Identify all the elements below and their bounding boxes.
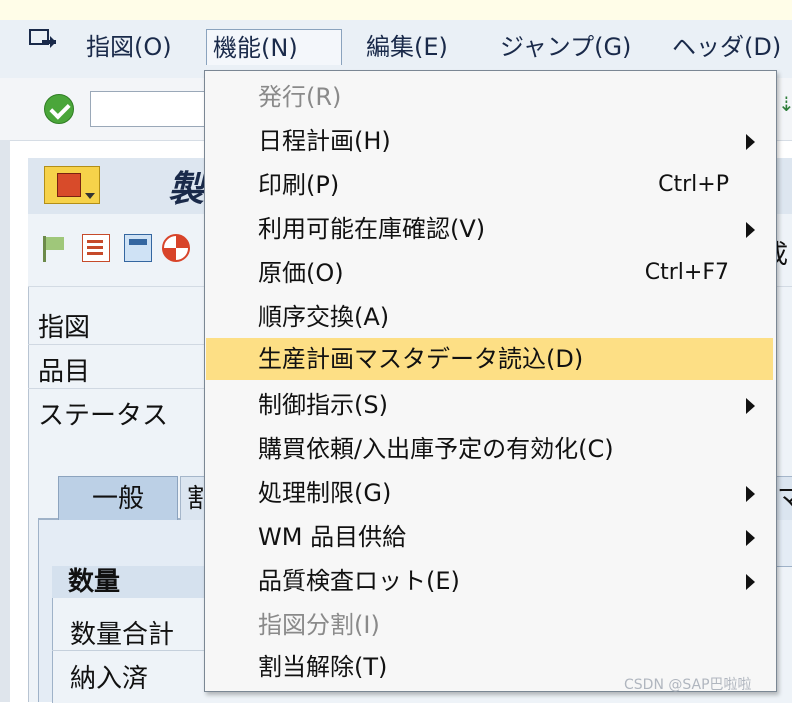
document-icon[interactable] [82,234,110,262]
submenu-arrow-icon [746,574,755,590]
menu-item-label: 購買依頼/入出庫予定の有効化(C) [258,435,614,463]
menu-header[interactable]: ヘッダ(D) [666,29,787,65]
menu-item-label: 生産計画マスタデータ読込(D) [258,345,584,373]
field-label-total-qty: 数量合計 [70,620,175,650]
group-title-quantity: 数量 [52,566,210,598]
submenu-arrow-icon [746,486,755,502]
calculator-icon[interactable] [124,234,152,262]
menu-item-order-split: 指図分割(I) [204,604,777,646]
menu-icon[interactable] [28,28,58,54]
field-divider [28,344,208,345]
menu-item-activate-requisitions[interactable]: 購買依頼/入出庫予定の有効化(C) [204,428,777,470]
field-label-delivered: 納入済 [70,664,149,694]
menu-item-scheduling[interactable]: 日程計画(H) [204,120,777,162]
field-label-material: 品目 [38,357,91,387]
menu-item-processing-restriction[interactable]: 処理制限(G) [204,472,777,514]
menu-item-label: 利用可能在庫確認(V) [258,215,486,243]
toolbar-overflow-icon[interactable]: ⇣ [778,92,792,132]
menu-item-release: 発行(R) [204,76,777,118]
field-label-status: ステータス [38,401,169,431]
submenu-arrow-icon [746,222,755,238]
group-divider [52,650,210,651]
menu-item-read-master-data[interactable]: 生産計画マスタデータ読込(D) [206,338,773,380]
menu-item-label: 発行(R) [258,83,342,111]
screen-title: 製 [168,169,205,210]
enter-check-icon[interactable] [44,94,74,124]
menu-edit[interactable]: 編集(E) [360,29,454,65]
menu-function[interactable]: 機能(N) [206,29,342,65]
left-frame-edge [0,140,10,702]
menu-item-shortcut: Ctrl+P [658,172,729,197]
menu-item-availability-check[interactable]: 利用可能在庫確認(V) [204,208,777,250]
menu-item-label: 処理制限(G) [258,479,392,507]
menu-item-label: WM 品目供給 [258,523,407,551]
menu-item-label: 原価(O) [258,259,344,287]
watermark: CSDN @SAP巴啦啦 [624,677,752,693]
field-label-order: 指図 [38,313,91,343]
menu-item-wm-material-supply[interactable]: WM 品目供給 [204,516,777,558]
menu-item-print[interactable]: 印刷(P) Ctrl+P [204,164,777,206]
menu-item-control-instruction[interactable]: 制御指示(S) [204,384,777,426]
screen-menu-icon[interactable] [44,166,100,204]
menu-item-label: 順序交換(A) [258,303,390,331]
menu-order[interactable]: 指図(O) [80,29,178,65]
menu-item-label: 制御指示(S) [258,391,388,419]
top-strip [0,0,792,21]
tab-general[interactable]: 一般 [58,476,178,520]
flag-icon[interactable] [40,234,68,262]
command-field[interactable] [90,91,208,127]
menu-item-label: 指図分割(I) [258,611,380,639]
menu-item-shortcut: Ctrl+F7 [644,260,729,285]
submenu-arrow-icon [746,530,755,546]
submenu-arrow-icon [746,398,755,414]
menu-item-label: 印刷(P) [258,171,340,199]
submenu-arrow-icon [746,134,755,150]
menu-item-label: 日程計画(H) [258,127,391,155]
menu-item-label: 品質検査ロット(E) [258,567,460,595]
menu-item-costs[interactable]: 原価(O) Ctrl+F7 [204,252,777,294]
menu-item-label: 割当解除(T) [258,653,388,681]
lifebuoy-icon[interactable] [162,234,190,262]
menu-item-inspection-lot[interactable]: 品質検査ロット(E) [204,560,777,602]
menu-item-sequence-exchange[interactable]: 順序交換(A) [204,296,777,338]
menu-jump[interactable]: ジャンプ(G) [494,29,637,65]
field-divider [28,388,208,389]
tab-master[interactable]: マ [776,476,792,520]
